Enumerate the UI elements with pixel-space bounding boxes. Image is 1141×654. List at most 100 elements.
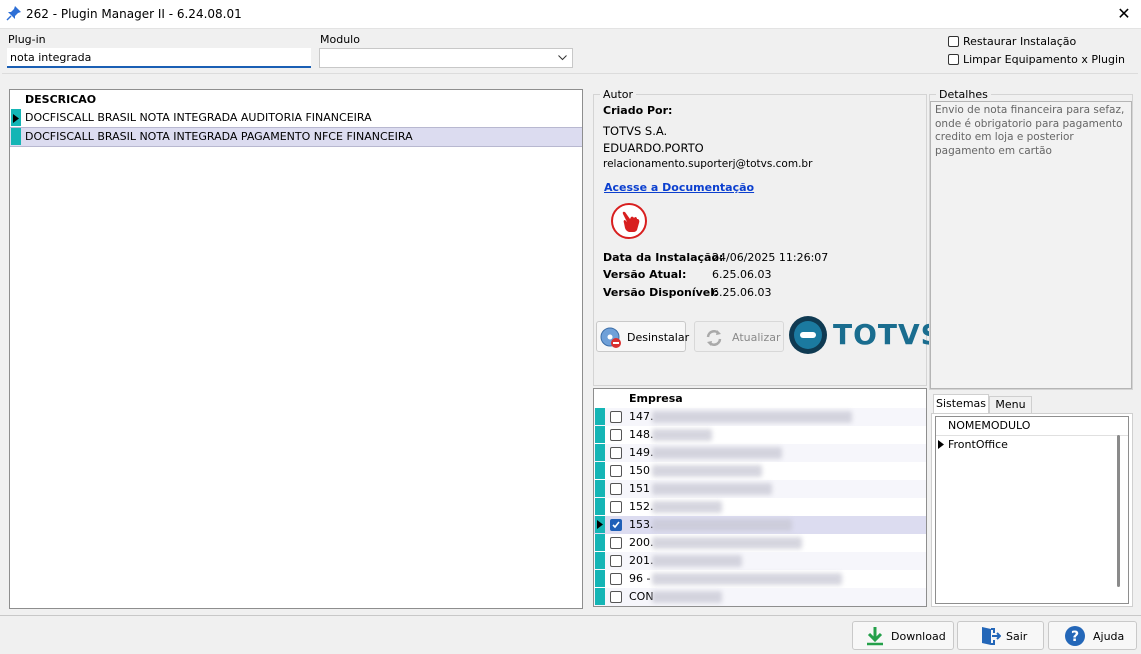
sair-label: Sair	[1006, 630, 1028, 643]
empresa-checkbox[interactable]	[610, 573, 622, 585]
empresa-code: 152.	[629, 500, 654, 513]
svg-text:?: ?	[1071, 629, 1079, 645]
empresa-checkbox[interactable]	[610, 591, 622, 603]
sistemas-scrollbar[interactable]	[1117, 435, 1120, 587]
plugins-header-row: DESCRICAO	[10, 91, 582, 110]
restaurar-checkbox[interactable]	[948, 36, 959, 47]
tab-sistemas-label: Sistemas	[935, 397, 987, 410]
empresa-row[interactable]: 151	[594, 480, 926, 499]
pointer-hand-icon[interactable]	[610, 202, 648, 240]
empresa-checkbox[interactable]	[610, 537, 622, 549]
author-person: EDUARDO.PORTO	[603, 141, 704, 155]
empresa-name-redacted	[652, 573, 842, 585]
download-button[interactable]: Download	[852, 621, 954, 650]
row-pointer-icon	[597, 520, 603, 529]
empresa-checkbox[interactable]	[610, 429, 622, 441]
versao-disponivel-value: 6.25.06.03	[712, 286, 772, 299]
empresa-code: 201.	[629, 554, 654, 567]
empresa-row[interactable]: 149.	[594, 444, 926, 463]
empresa-row[interactable]: 147.	[594, 408, 926, 427]
empresa-checkbox[interactable]	[610, 519, 622, 531]
row-indicator	[595, 480, 605, 497]
pin-icon	[6, 6, 21, 21]
sistemas-header-row: NOMEMODULO	[936, 417, 1128, 435]
column-header-nomemodulo[interactable]: NOMEMODULO	[948, 417, 1030, 435]
row-indicator	[595, 534, 605, 551]
limpar-checkbox[interactable]	[948, 54, 959, 65]
plugin-description: DOCFISCALL BRASIL NOTA INTEGRADA PAGAMEN…	[25, 130, 413, 143]
row-indicator	[595, 408, 605, 425]
empresa-row[interactable]: 152.	[594, 498, 926, 517]
sistemas-row[interactable]: FrontOffice	[936, 435, 1128, 454]
empresa-name-redacted	[652, 465, 762, 477]
plugin-row[interactable]: DOCFISCALL BRASIL NOTA INTEGRADA PAGAMEN…	[10, 127, 582, 147]
empresa-code: 153.	[629, 518, 654, 531]
column-header-empresa[interactable]: Empresa	[629, 390, 683, 408]
sair-button[interactable]: Sair	[957, 621, 1044, 650]
versao-atual-label: Versão Atual:	[603, 268, 687, 281]
empresa-checkbox[interactable]	[610, 555, 622, 567]
sistemas-grid[interactable]: NOMEMODULO FrontOffice	[935, 416, 1129, 604]
detalhes-textarea[interactable]: Envio de nota financeira para sefaz, ond…	[930, 101, 1132, 389]
check-icon	[612, 521, 620, 529]
empresa-name-redacted	[652, 519, 792, 531]
empresa-name-redacted	[652, 555, 742, 567]
data-instalacao-value: 24/06/2025 11:26:07	[712, 251, 829, 264]
divider	[2, 73, 1138, 74]
download-label: Download	[891, 630, 946, 643]
empresa-name-redacted	[652, 429, 712, 441]
empresa-name-redacted	[652, 537, 802, 549]
autor-group-title: Autor	[600, 88, 637, 101]
atualizar-button[interactable]: Atualizar	[694, 321, 784, 352]
empresa-code: 200.	[629, 536, 654, 549]
close-icon[interactable]: ✕	[1112, 2, 1136, 26]
plugin-row[interactable]: DOCFISCALL BRASIL NOTA INTEGRADA AUDITOR…	[10, 109, 582, 127]
title-bar: 262 - Plugin Manager II - 6.24.08.01 ✕	[0, 0, 1141, 29]
row-indicator	[595, 498, 605, 515]
row-indicator	[595, 570, 605, 587]
empresa-checkbox[interactable]	[610, 465, 622, 477]
window-title: 262 - Plugin Manager II - 6.24.08.01	[26, 7, 242, 21]
row-indicator	[595, 588, 605, 605]
modulo-select[interactable]	[319, 48, 573, 68]
empresa-name-redacted	[652, 447, 782, 459]
empresa-code: 149.	[629, 446, 654, 459]
refresh-icon	[706, 330, 722, 346]
sistema-name: FrontOffice	[948, 438, 1008, 451]
desinstalar-button[interactable]: Desinstalar	[596, 321, 689, 352]
empresa-row[interactable]: 148.	[594, 426, 926, 445]
ajuda-button[interactable]: ? Ajuda	[1048, 621, 1137, 650]
empresa-row[interactable]: 150	[594, 462, 926, 481]
row-indicator	[595, 552, 605, 569]
empresa-row[interactable]: 201.	[594, 552, 926, 571]
empresa-name-redacted	[652, 411, 852, 423]
empresa-row[interactable]: 153.	[594, 516, 926, 535]
empresa-checkbox[interactable]	[610, 483, 622, 495]
totvs-logo: TOTVS	[788, 315, 941, 355]
empresa-checkbox[interactable]	[610, 411, 622, 423]
empresa-row[interactable]: 200.	[594, 534, 926, 553]
exit-door-icon	[982, 627, 1001, 645]
empresas-grid[interactable]: Empresa 147. 148. 149. 150 151 152. 153. 200. 20…	[593, 388, 927, 607]
empresa-name-redacted	[652, 483, 772, 495]
author-email: relacionamento.suporterj@totvs.com.br	[603, 158, 813, 170]
plugins-grid[interactable]: DESCRICAO DOCFISCALL BRASIL NOTA INTEGRA…	[9, 89, 583, 609]
empresa-row[interactable]: CON	[594, 588, 926, 606]
column-header-descricao[interactable]: DESCRICAO	[25, 91, 96, 109]
limpar-label: Limpar Equipamento x Plugin	[963, 53, 1125, 66]
tab-menu[interactable]: Menu	[989, 396, 1032, 414]
empresa-row[interactable]: 96 -	[594, 570, 926, 589]
tab-sistemas[interactable]: Sistemas	[933, 394, 989, 414]
uninstall-disc-icon	[600, 327, 621, 348]
plugin-search-input[interactable]	[7, 48, 311, 68]
empresa-checkbox[interactable]	[610, 501, 622, 513]
empresa-name-redacted	[652, 501, 722, 513]
ajuda-label: Ajuda	[1093, 630, 1125, 643]
row-pointer-icon	[13, 114, 19, 123]
documentation-link[interactable]: Acesse a Documentação	[604, 181, 754, 194]
restaurar-label: Restaurar Instalação	[963, 35, 1077, 48]
empresa-code: 147.	[629, 410, 654, 423]
empresa-checkbox[interactable]	[610, 447, 622, 459]
chevron-down-icon	[558, 55, 567, 61]
totvs-logo-text: TOTVS	[833, 318, 942, 351]
